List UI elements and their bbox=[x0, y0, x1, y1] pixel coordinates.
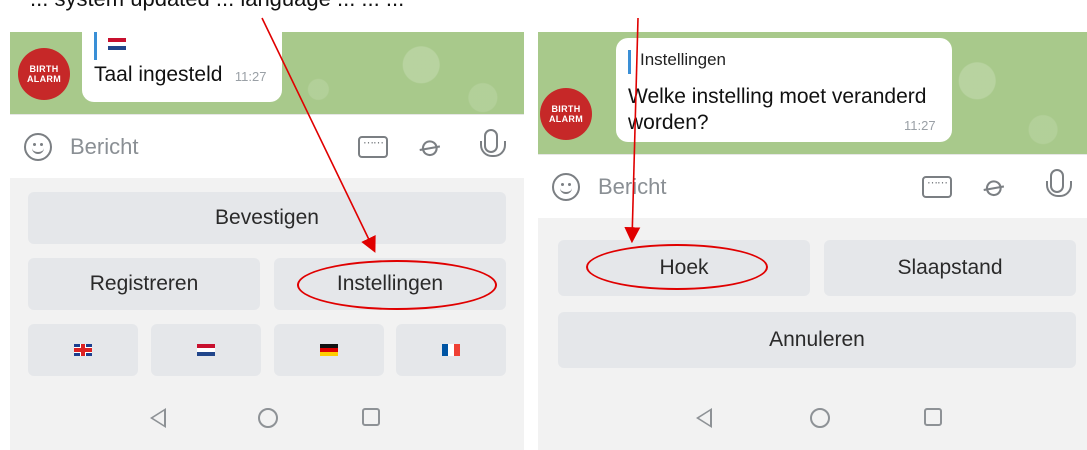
arrow-to-angle bbox=[624, 17, 641, 244]
screenshot-composite: ... system updated ... language ... ... … bbox=[0, 0, 1087, 450]
arrow-to-settings bbox=[261, 17, 376, 253]
annotation-arrows bbox=[261, 17, 641, 253]
